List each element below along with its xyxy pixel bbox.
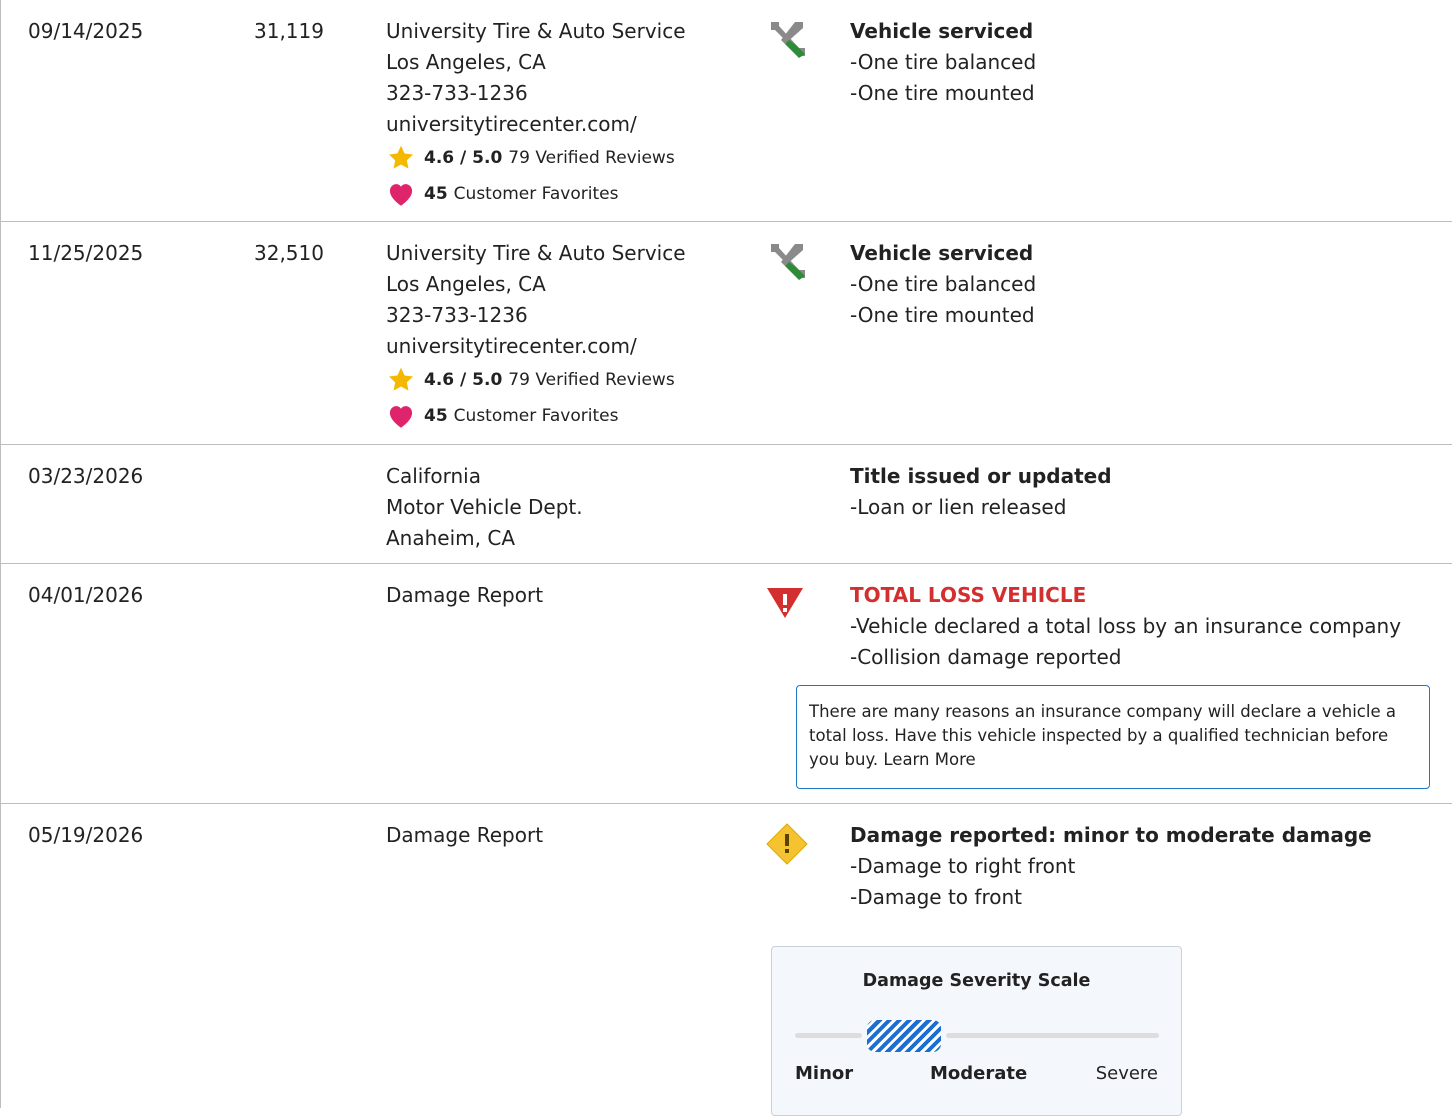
heart-icon xyxy=(389,184,413,206)
vehicle-history-table: 09/14/2025 31,119 University Tire & Auto… xyxy=(0,0,1452,1116)
shop-location: Los Angeles, CA xyxy=(386,50,546,74)
rating-reviews: 79 Verified Reviews xyxy=(508,370,675,390)
agency-location: Anaheim, CA xyxy=(386,526,515,550)
agency-state: California xyxy=(386,464,481,488)
event-detail-line: -One tire balanced xyxy=(850,50,1037,74)
event-title: Title issued or updated xyxy=(850,464,1112,488)
event-detail-line: -Loan or lien released xyxy=(850,495,1067,519)
event-details: Damage reported: minor to moderate damag… xyxy=(850,820,1372,913)
shop-phone: 323-733-1236 xyxy=(386,81,528,105)
record-date: 04/01/2026 xyxy=(28,583,144,607)
service-source: University Tire & Auto Service Los Angel… xyxy=(386,238,686,434)
severity-scale-title: Damage Severity Scale xyxy=(862,971,1091,991)
event-title: Damage reported: minor to moderate damag… xyxy=(850,823,1372,847)
favorites-count: 45 xyxy=(424,406,448,426)
odometer-reading: 32,510 xyxy=(254,241,324,265)
table-row: 05/19/2026 Damage Report Damage reported… xyxy=(1,804,1452,1108)
event-details: TOTAL LOSS VEHICLE -Vehicle declared a t… xyxy=(850,580,1401,673)
severity-track-right xyxy=(946,1033,1159,1038)
record-date: 11/25/2025 xyxy=(28,241,144,265)
event-title: Vehicle serviced xyxy=(850,19,1034,43)
table-row: 09/14/2025 31,119 University Tire & Auto… xyxy=(1,0,1452,222)
severity-label-severe: Severe xyxy=(1095,1063,1158,1084)
record-date: 03/23/2026 xyxy=(28,464,144,488)
event-detail-line: -One tire balanced xyxy=(850,272,1037,296)
odometer-reading: 31,119 xyxy=(254,19,324,43)
damage-report-source: Damage Report xyxy=(386,823,544,847)
event-detail-line: -One tire mounted xyxy=(850,81,1035,105)
shop-website-link[interactable]: universitytirecenter.com/ xyxy=(386,109,686,140)
wrench-screwdriver-icon xyxy=(765,240,809,286)
favorites-count: 45 xyxy=(424,184,448,204)
shop-phone: 323-733-1236 xyxy=(386,303,528,327)
table-row: 11/25/2025 32,510 University Tire & Auto… xyxy=(1,222,1452,445)
rating-score: 4.6 / 5.0 xyxy=(424,148,503,168)
event-detail-line: -Damage to right front xyxy=(850,854,1076,878)
title-source: California Motor Vehicle Dept. Anaheim, … xyxy=(386,461,583,554)
rating-reviews: 79 Verified Reviews xyxy=(508,148,675,168)
event-details: Vehicle serviced -One tire balanced -One… xyxy=(850,238,1036,331)
alert-diamond-icon xyxy=(765,822,809,870)
severity-indicator xyxy=(867,1020,941,1052)
shop-location: Los Angeles, CA xyxy=(386,272,546,296)
event-title: TOTAL LOSS VEHICLE xyxy=(850,583,1087,607)
rating-score: 4.6 / 5.0 xyxy=(424,370,503,390)
event-detail-line: -Vehicle declared a total loss by an ins… xyxy=(850,614,1402,638)
shop-rating[interactable]: 4.6 / 5.0 79 Verified Reviews xyxy=(386,362,686,398)
damage-severity-scale: Damage Severity Scale Minor Moderate Sev… xyxy=(771,946,1182,1116)
alert-triangle-icon xyxy=(765,584,805,624)
damage-report-source: Damage Report xyxy=(386,583,544,607)
record-date: 05/19/2026 xyxy=(28,823,144,847)
shop-rating[interactable]: 4.6 / 5.0 79 Verified Reviews xyxy=(386,140,686,176)
shop-favorites[interactable]: 45 Customer Favorites xyxy=(386,176,686,212)
shop-favorites[interactable]: 45 Customer Favorites xyxy=(386,398,686,434)
wrench-screwdriver-icon xyxy=(765,18,809,64)
favorites-label: Customer Favorites xyxy=(453,184,619,204)
record-date: 09/14/2025 xyxy=(28,19,144,43)
table-row: 04/01/2026 Damage Report TOTAL LOSS VEHI… xyxy=(1,564,1452,804)
star-icon xyxy=(388,145,414,169)
shop-website-link[interactable]: universitytirecenter.com/ xyxy=(386,331,686,362)
event-title: Vehicle serviced xyxy=(850,241,1034,265)
severity-track-left xyxy=(795,1033,862,1038)
table-row: 03/23/2026 California Motor Vehicle Dept… xyxy=(1,445,1452,564)
shop-name: University Tire & Auto Service xyxy=(386,19,686,43)
agency-name: Motor Vehicle Dept. xyxy=(386,495,583,519)
service-source: University Tire & Auto Service Los Angel… xyxy=(386,16,686,212)
shop-name: University Tire & Auto Service xyxy=(386,241,686,265)
event-details: Vehicle serviced -One tire balanced -One… xyxy=(850,16,1036,109)
event-details: Title issued or updated -Loan or lien re… xyxy=(850,461,1112,523)
heart-icon xyxy=(389,406,413,428)
severity-label-moderate: Moderate xyxy=(930,1063,1028,1084)
event-detail-line: -One tire mounted xyxy=(850,303,1035,327)
total-loss-info-box[interactable]: There are many reasons an insurance comp… xyxy=(796,685,1430,789)
star-icon xyxy=(388,367,414,391)
severity-label-minor: Minor xyxy=(795,1063,854,1084)
favorites-label: Customer Favorites xyxy=(453,406,619,426)
event-detail-line: -Collision damage reported xyxy=(850,645,1122,669)
event-detail-line: -Damage to front xyxy=(850,885,1022,909)
